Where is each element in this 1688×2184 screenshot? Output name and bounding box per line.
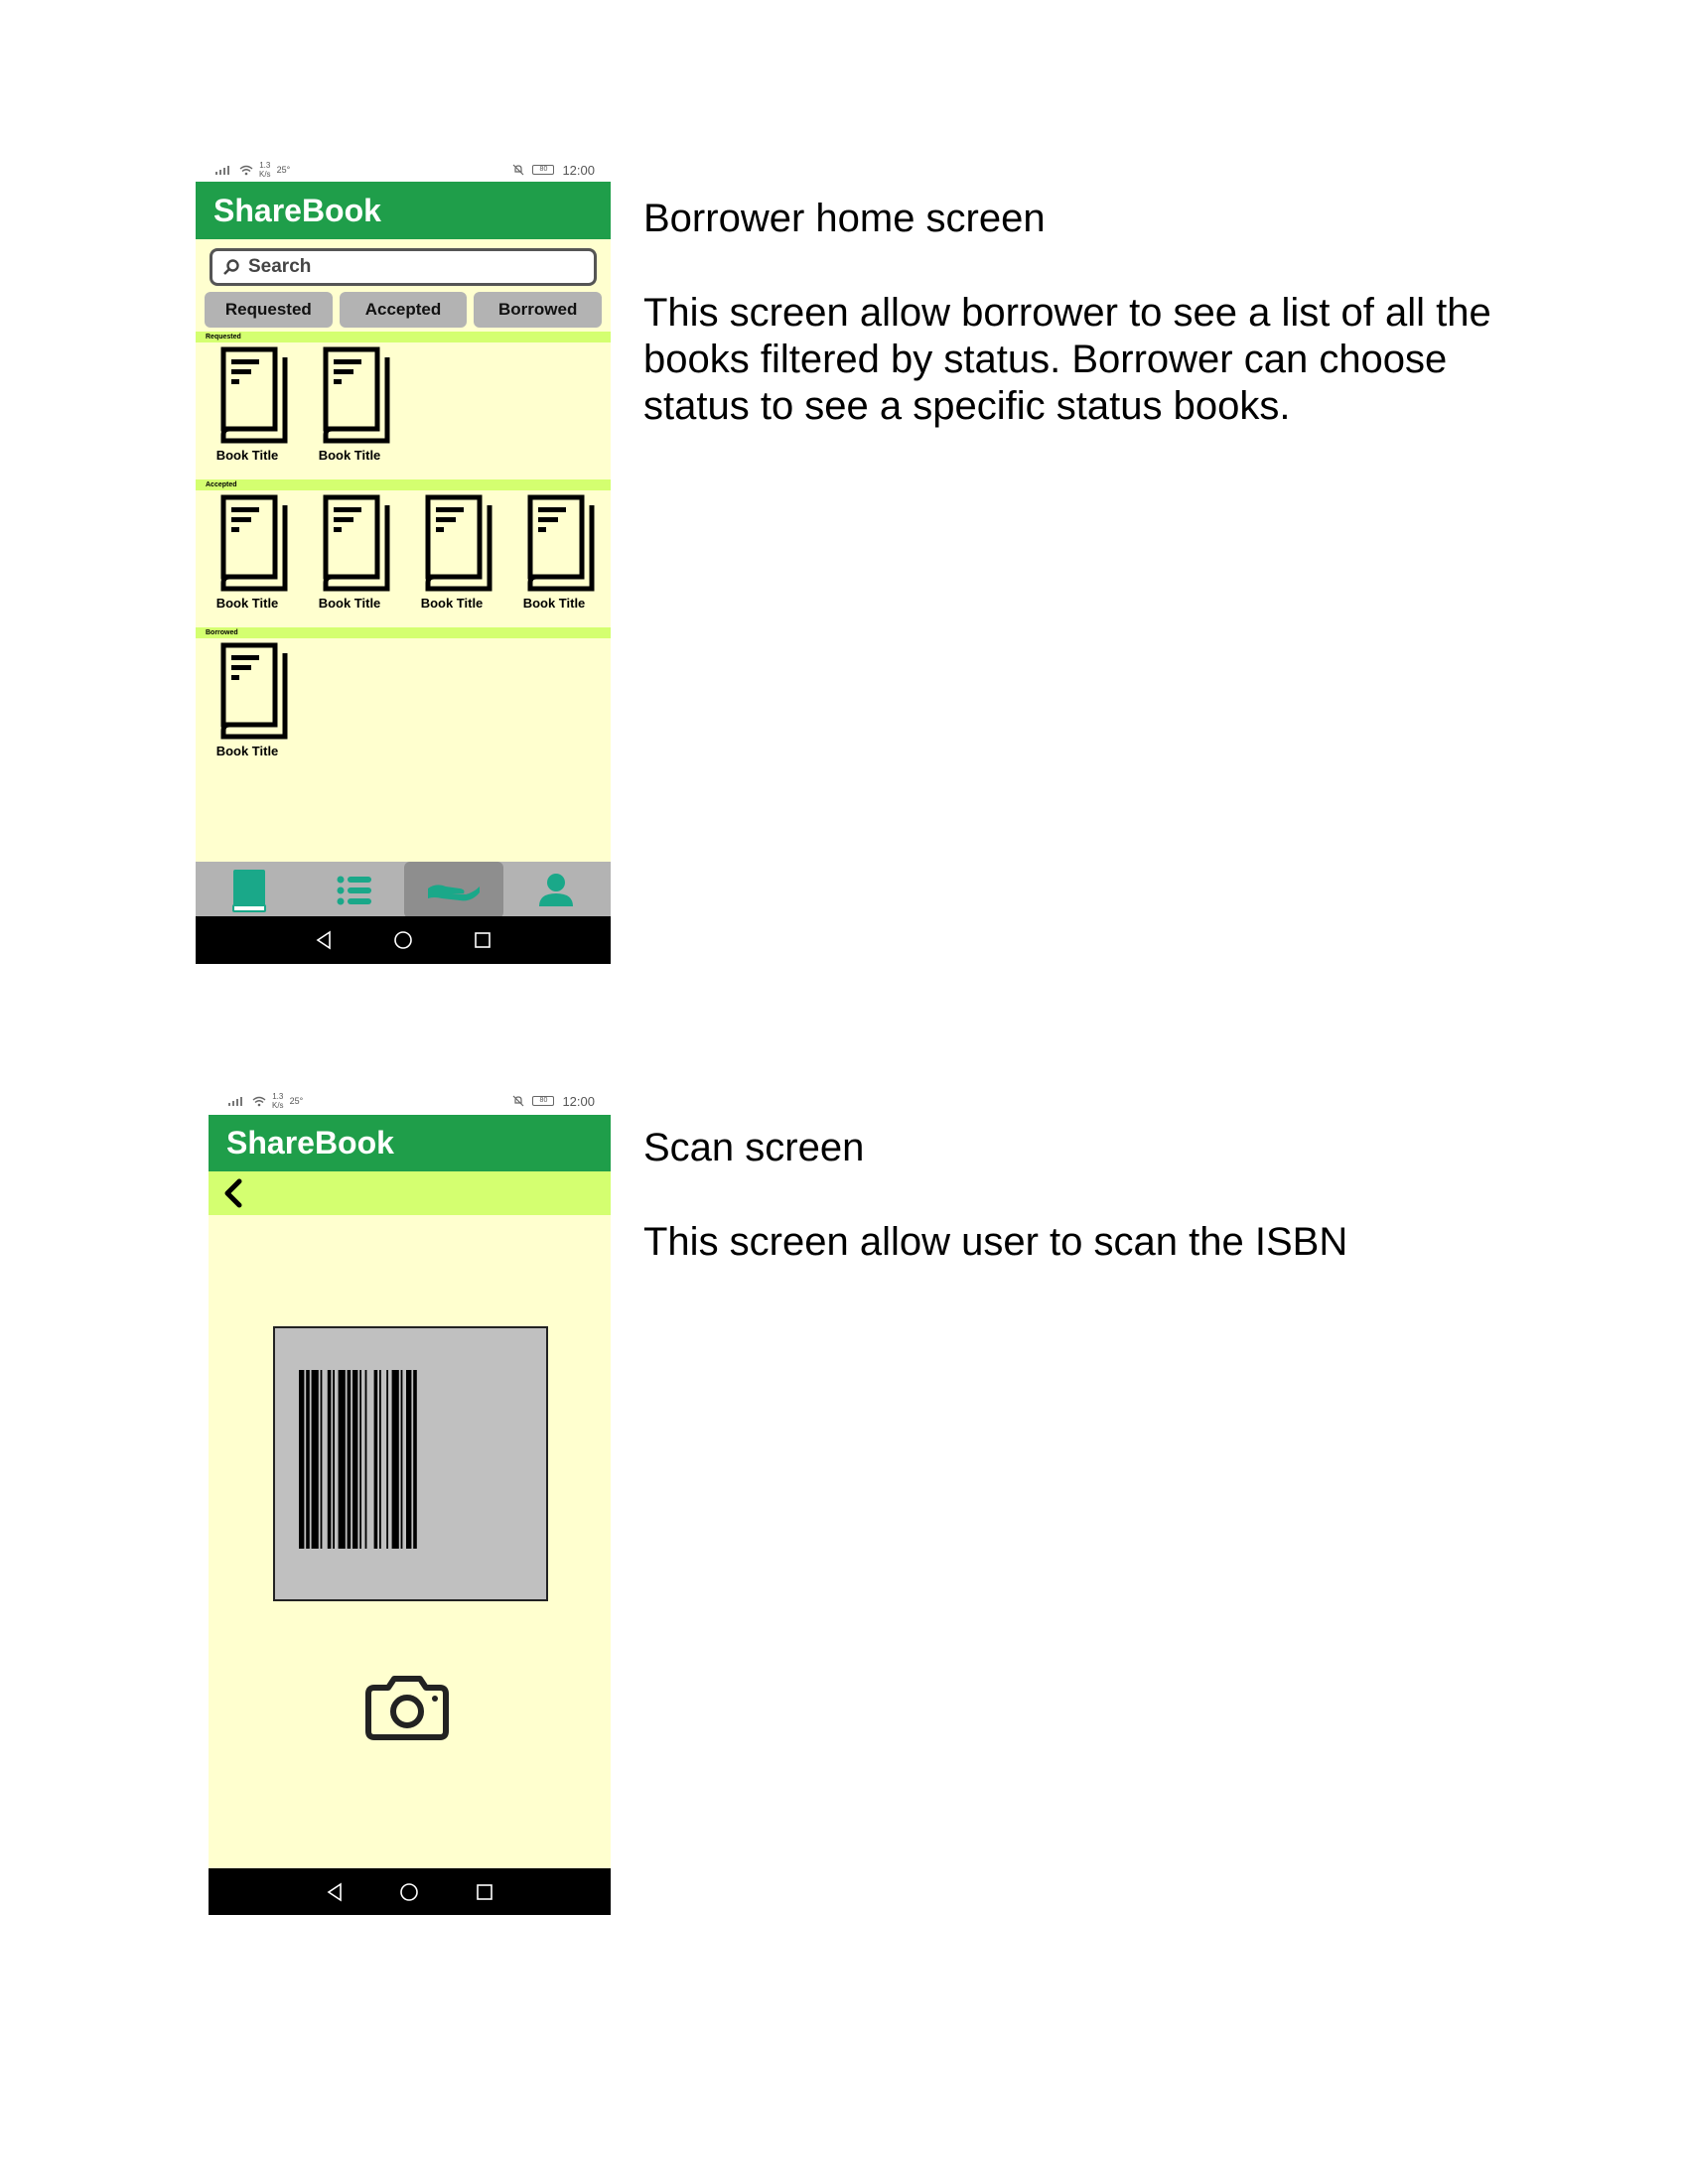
signal-icon bbox=[228, 1096, 246, 1106]
battery-icon: 80 bbox=[532, 165, 555, 175]
book-title: Book Title bbox=[215, 744, 279, 758]
book-item[interactable]: Book Title bbox=[302, 345, 397, 465]
wifi-icon bbox=[239, 165, 253, 175]
book-icon bbox=[323, 494, 390, 592]
book-title: Book Title bbox=[318, 448, 381, 463]
home-circle-icon[interactable] bbox=[393, 930, 413, 950]
scan-toolbar bbox=[209, 1171, 611, 1215]
tab-accepted[interactable]: Accepted bbox=[339, 292, 468, 328]
temperature: 25° bbox=[276, 165, 291, 175]
list-icon bbox=[337, 876, 371, 904]
book-title: Book Title bbox=[420, 596, 484, 611]
home-circle-icon[interactable] bbox=[399, 1882, 419, 1902]
wifi-icon bbox=[252, 1096, 266, 1106]
search-input[interactable]: Search bbox=[210, 248, 597, 286]
book-icon bbox=[220, 494, 288, 592]
book-item[interactable]: Book Title bbox=[302, 493, 397, 613]
tab-borrowed[interactable]: Borrowed bbox=[474, 292, 603, 328]
back-triangle-icon[interactable] bbox=[315, 930, 333, 950]
book-icon bbox=[220, 642, 288, 740]
book-title: Book Title bbox=[318, 596, 381, 611]
net-unit: K/s bbox=[259, 170, 271, 179]
signal-icon bbox=[215, 165, 233, 175]
net-speed: 1.3 bbox=[259, 161, 271, 170]
screen2-description-body: This screen allow user to scan the ISBN bbox=[643, 1220, 1348, 1264]
barcode-icon bbox=[299, 1370, 417, 1549]
temperature: 25° bbox=[289, 1096, 304, 1106]
clock: 12:00 bbox=[562, 1093, 595, 1109]
app-bar-title: ShareBook bbox=[209, 1115, 611, 1171]
battery-icon: 80 bbox=[532, 1096, 555, 1106]
book-icon bbox=[425, 494, 492, 592]
back-triangle-icon[interactable] bbox=[326, 1882, 344, 1902]
section-header-requested: Requested bbox=[196, 332, 611, 342]
book-title: Book Title bbox=[215, 596, 279, 611]
app-bar-title: ShareBook bbox=[196, 182, 611, 239]
scan-content bbox=[209, 1215, 611, 1868]
nav-books-button[interactable] bbox=[201, 862, 300, 918]
book-title: Book Title bbox=[522, 596, 586, 611]
system-nav-bar bbox=[196, 916, 611, 964]
scan-phone: 1.3 K/s 25° 80 12:00 ShareBook bbox=[209, 1082, 611, 1915]
book-icon bbox=[220, 346, 288, 444]
system-nav-bar bbox=[209, 1868, 611, 1915]
search-icon bbox=[223, 259, 239, 275]
nav-profile-button[interactable] bbox=[506, 862, 606, 918]
net-unit: K/s bbox=[272, 1101, 284, 1110]
screen2-description-title: Scan screen bbox=[643, 1126, 865, 1169]
barcode-scan-area[interactable] bbox=[273, 1326, 548, 1601]
recents-square-icon[interactable] bbox=[476, 1883, 493, 1901]
book-icon bbox=[323, 346, 390, 444]
mute-bell-icon bbox=[513, 1095, 524, 1107]
book-title: Book Title bbox=[215, 448, 279, 463]
search-placeholder: Search bbox=[248, 256, 312, 277]
recents-square-icon[interactable] bbox=[474, 931, 492, 949]
book-icon bbox=[232, 869, 266, 912]
bottom-navigation bbox=[196, 862, 611, 918]
screen1-description-body: This screen allow borrower to see a list… bbox=[643, 291, 1491, 428]
camera-icon bbox=[365, 1676, 449, 1740]
book-item[interactable]: Book Title bbox=[506, 493, 602, 613]
camera-button[interactable] bbox=[362, 1674, 452, 1748]
net-speed: 1.3 bbox=[272, 1092, 284, 1101]
profile-icon bbox=[539, 873, 573, 906]
clock: 12:00 bbox=[562, 162, 595, 178]
book-item[interactable]: Book Title bbox=[200, 345, 295, 465]
book-item[interactable]: Book Title bbox=[200, 493, 295, 613]
hand-icon bbox=[428, 884, 480, 900]
screen1-description-title: Borrower home screen bbox=[643, 197, 1046, 240]
nav-list-button[interactable] bbox=[305, 862, 404, 918]
borrower-home-phone: 1.3 K/s 25° 80 12:00 ShareBook Search Req… bbox=[196, 151, 611, 1007]
book-item[interactable]: Book Title bbox=[200, 641, 295, 760]
nav-borrow-button[interactable] bbox=[404, 862, 503, 918]
section-header-accepted: Accepted bbox=[196, 479, 611, 490]
home-content: Search Requested Accepted Borrowed Reque… bbox=[196, 239, 611, 950]
status-tabs: Requested Accepted Borrowed bbox=[205, 292, 603, 328]
book-item[interactable]: Book Title bbox=[404, 493, 499, 613]
mute-bell-icon bbox=[513, 164, 524, 176]
tab-requested[interactable]: Requested bbox=[205, 292, 333, 328]
section-header-borrowed: Borrowed bbox=[196, 627, 611, 638]
book-icon bbox=[527, 494, 595, 592]
back-chevron-icon[interactable] bbox=[222, 1178, 244, 1208]
